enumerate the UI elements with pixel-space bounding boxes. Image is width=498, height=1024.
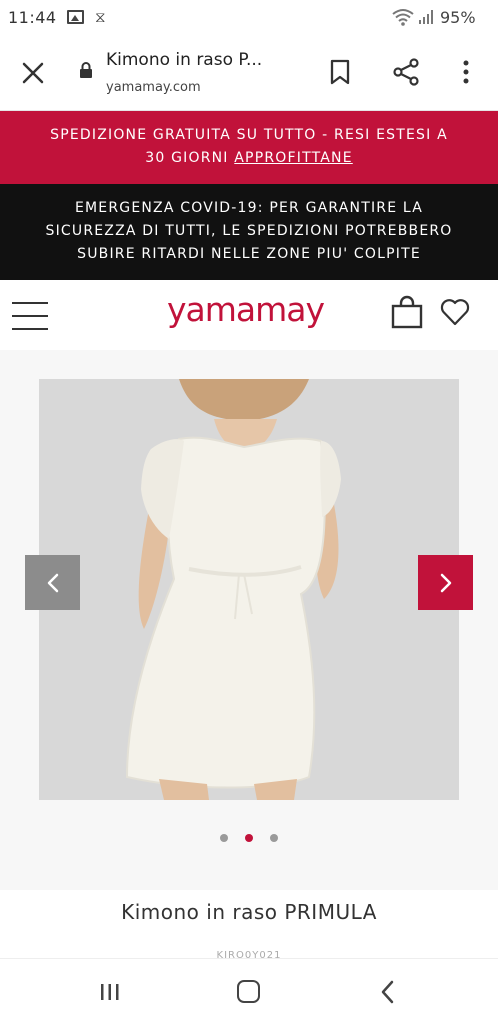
promo-link[interactable]: APPROFITTANE <box>234 150 352 166</box>
site-header: yamamay <box>0 280 498 350</box>
promo-line-2-prefix: 30 GIORNI <box>145 150 235 166</box>
product-name: Kimono in raso PRIMULA <box>121 900 377 924</box>
covid-line-3: SUBIRE RITARDI NELLE ZONE PIU' COLPITE <box>77 246 421 262</box>
browser-toolbar: Kimono in raso P... yamamay.com <box>0 36 498 111</box>
share-icon[interactable] <box>392 58 420 86</box>
chevron-left-icon <box>47 573 58 592</box>
covid-line-1: EMERGENZA COVID-19: PER GARANTIRE LA <box>74 200 424 216</box>
signal-icon <box>419 10 433 24</box>
product-gallery <box>0 350 498 890</box>
covid-line-2: SICUREZZA DI TUTTI, LE SPEDIZIONI POTREB… <box>45 223 453 239</box>
hourglass-icon: ⧖ <box>95 8 106 26</box>
logo[interactable]: yamamay <box>167 290 325 329</box>
gallery-icon <box>67 10 84 24</box>
menu-icon[interactable] <box>12 302 48 330</box>
back-icon[interactable] <box>378 979 398 1005</box>
gallery-dot[interactable] <box>270 834 278 842</box>
wifi-icon <box>392 9 414 26</box>
gallery-prev-button[interactable] <box>25 555 80 610</box>
more-vert-icon[interactable] <box>456 58 476 86</box>
product-photo <box>39 379 459 800</box>
home-icon[interactable] <box>237 980 260 1003</box>
promo-banner: SPEDIZIONE GRATUITA SU TUTTO - RESI ESTE… <box>0 111 498 184</box>
gallery-next-button[interactable] <box>418 555 473 610</box>
heart-icon[interactable] <box>440 298 470 326</box>
recent-apps-icon[interactable] <box>99 981 121 1003</box>
product-image[interactable] <box>39 379 459 800</box>
gallery-dots <box>0 834 498 848</box>
chevron-right-icon <box>440 573 451 592</box>
covid-banner: EMERGENZA COVID-19: PER GARANTIRE LA SIC… <box>0 184 498 280</box>
status-bar: 11:44 ⧖ 95% <box>0 0 498 36</box>
close-icon[interactable] <box>20 60 46 86</box>
android-nav-bar <box>0 958 498 1024</box>
status-time: 11:44 <box>8 8 57 27</box>
page-url[interactable]: yamamay.com <box>106 80 201 95</box>
battery-percent: 95% <box>440 8 476 27</box>
page-title[interactable]: Kimono in raso P... <box>106 50 262 70</box>
promo-line-2: 30 GIORNI APPROFITTANE <box>0 147 498 170</box>
promo-line-1: SPEDIZIONE GRATUITA SU TUTTO - RESI ESTE… <box>50 127 448 143</box>
product-sku: KIRO0Y021 <box>216 950 282 958</box>
gallery-dot[interactable] <box>220 834 228 842</box>
shopping-bag-icon[interactable] <box>391 295 423 329</box>
lock-icon <box>80 62 92 78</box>
bookmark-icon[interactable] <box>328 58 352 86</box>
gallery-dot-active[interactable] <box>245 834 253 842</box>
